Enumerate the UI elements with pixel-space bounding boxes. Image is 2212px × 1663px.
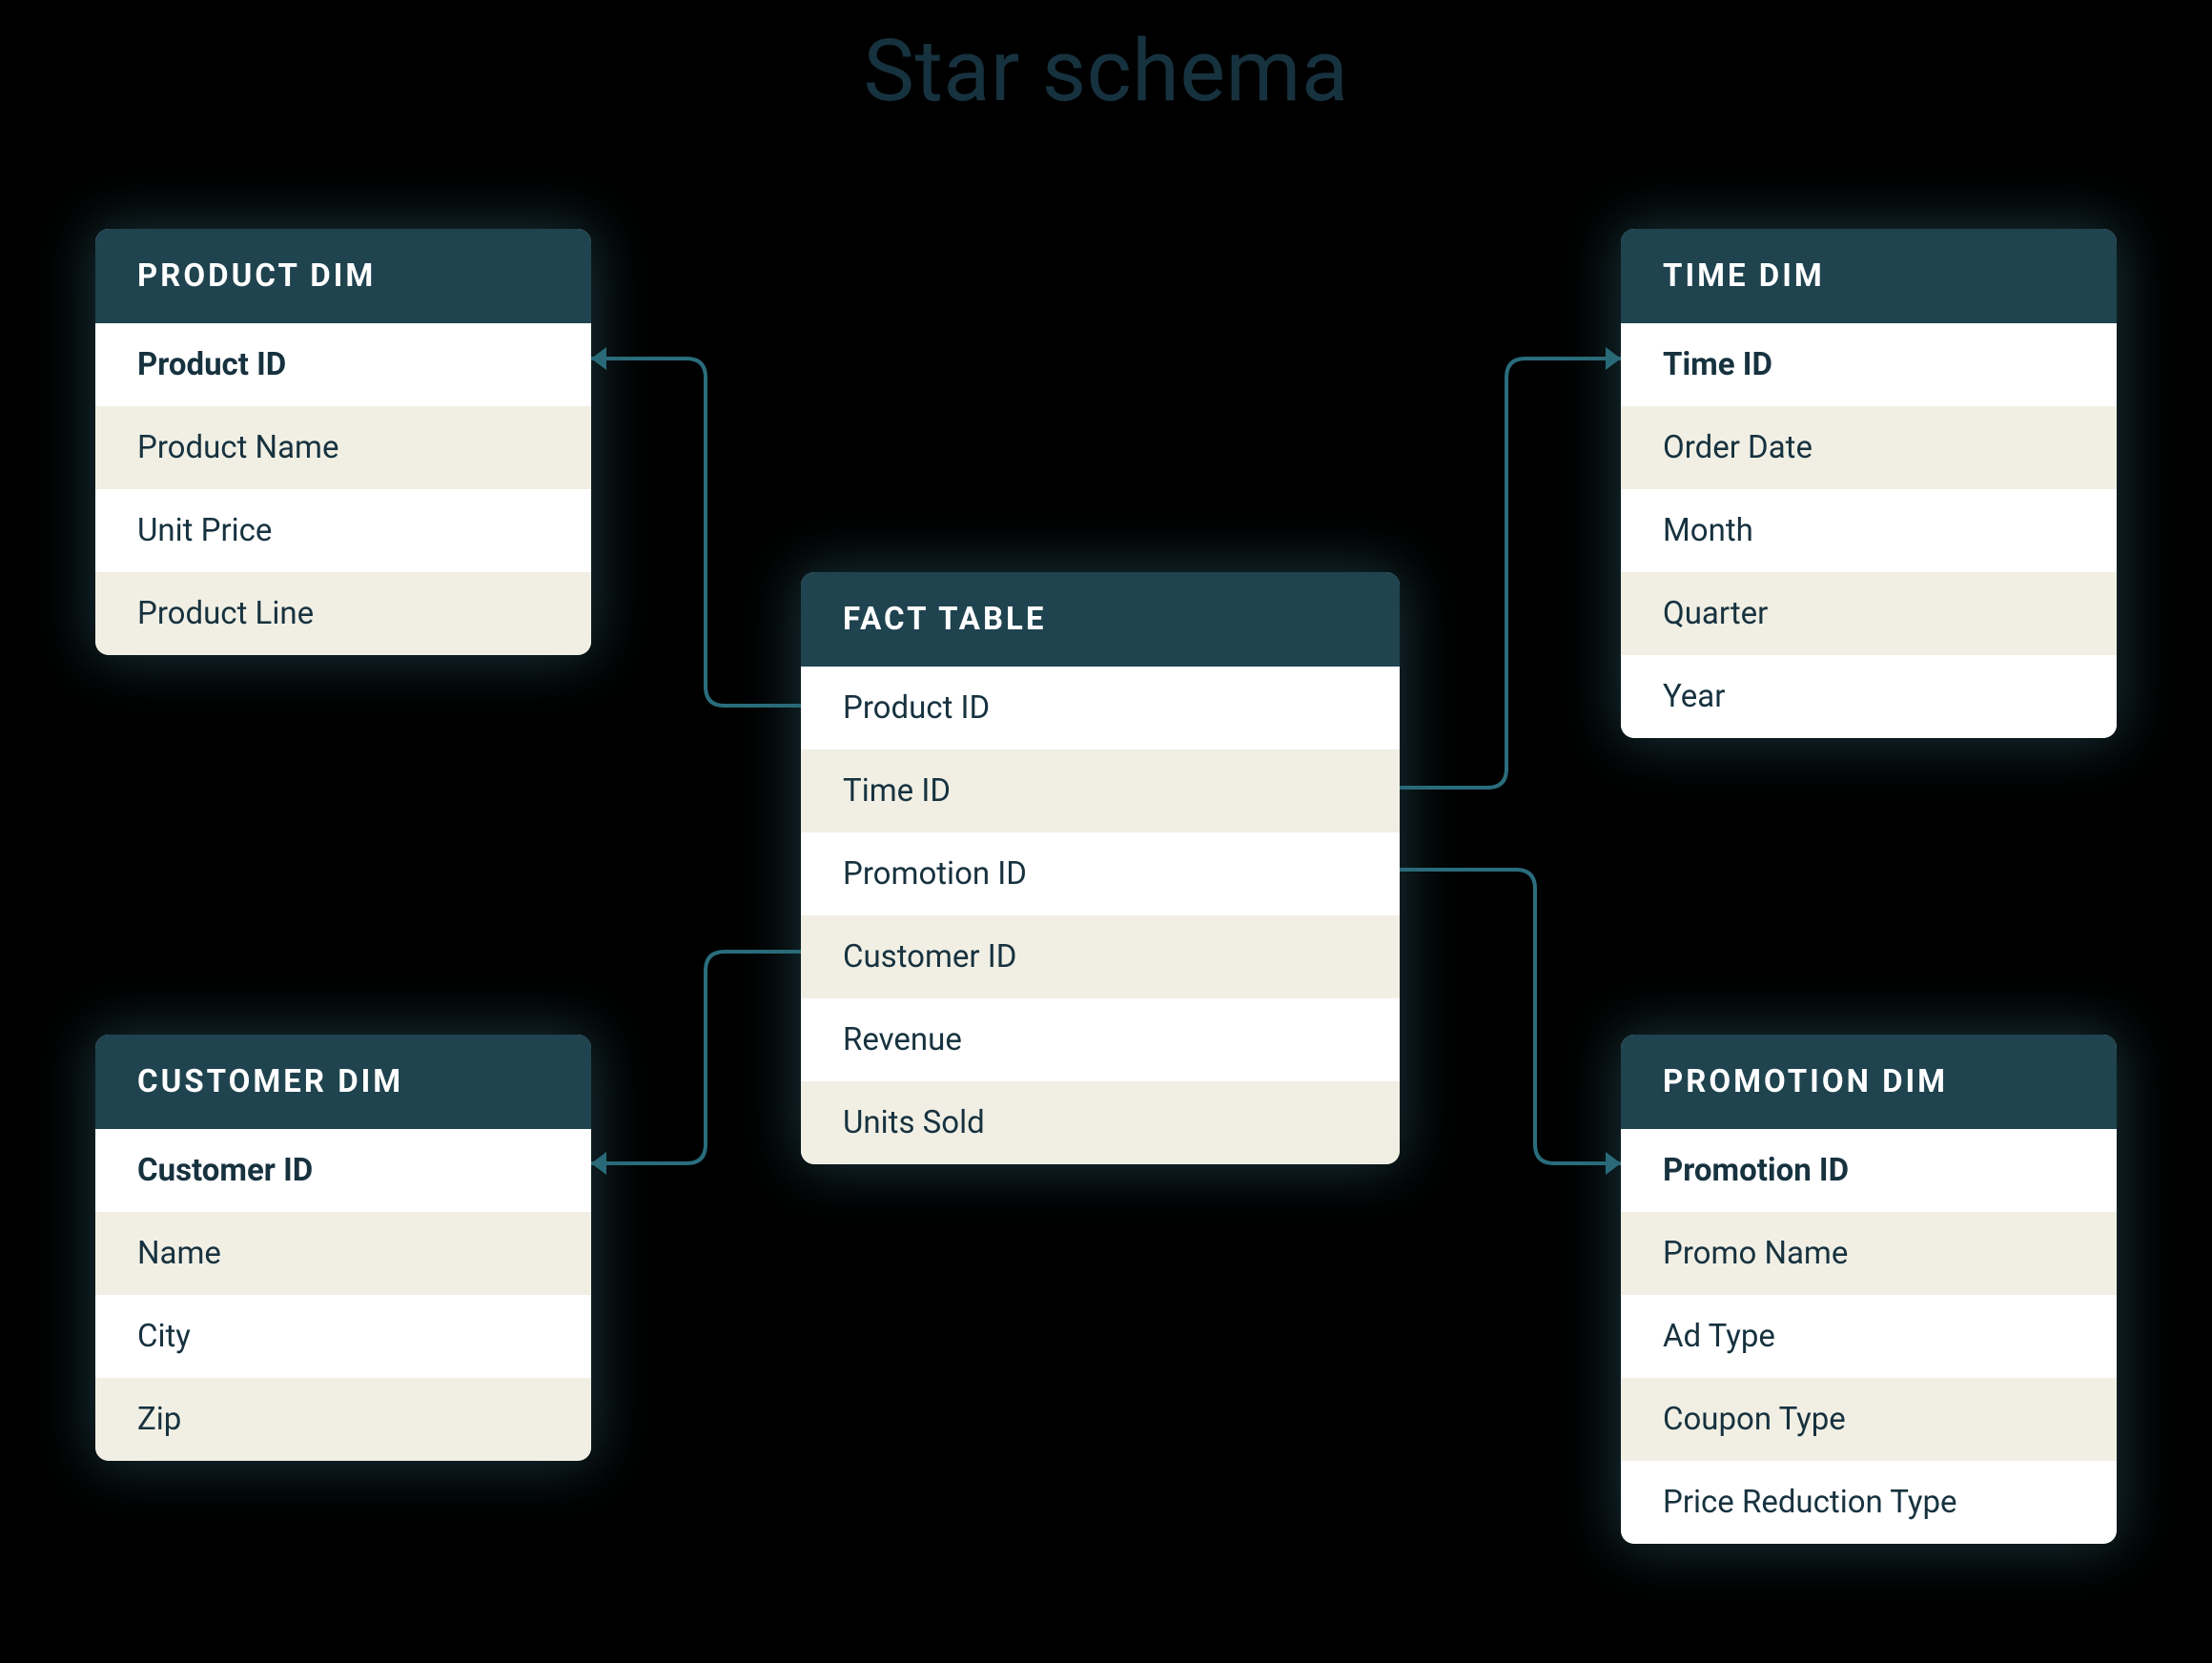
connector-customer-arrow xyxy=(591,1152,606,1175)
table-row: Order Date xyxy=(1621,406,2117,489)
table-row: Time ID xyxy=(801,749,1400,832)
table-row: Unit Price xyxy=(95,489,591,572)
table-row: Zip xyxy=(95,1378,591,1461)
table-row: Ad Type xyxy=(1621,1295,2117,1378)
table-row: Year xyxy=(1621,655,2117,738)
table-row: Promo Name xyxy=(1621,1212,2117,1295)
table-row: Promotion ID xyxy=(801,832,1400,915)
connector-time-arrow xyxy=(1606,347,1621,370)
table-row: City xyxy=(95,1295,591,1378)
table-time-dim: TIME DIM Time ID Order Date Month Quarte… xyxy=(1621,229,2117,738)
connector-promotion-arrow xyxy=(1606,1152,1621,1175)
table-header: FACT TABLE xyxy=(801,572,1400,667)
table-row: Month xyxy=(1621,489,2117,572)
table-row: Product Line xyxy=(95,572,591,655)
table-fact: FACT TABLE Product ID Time ID Promotion … xyxy=(801,572,1400,1164)
table-row: Units Sold xyxy=(801,1081,1400,1164)
table-row: Time ID xyxy=(1621,323,2117,406)
table-row: Product Name xyxy=(95,406,591,489)
table-row: Promotion ID xyxy=(1621,1129,2117,1212)
table-row: Revenue xyxy=(801,998,1400,1081)
connector-customer xyxy=(591,952,801,1163)
table-promotion-dim: PROMOTION DIM Promotion ID Promo Name Ad… xyxy=(1621,1035,2117,1544)
table-header: CUSTOMER DIM xyxy=(95,1035,591,1129)
diagram-stage: Star schema PRODUCT DIM Product ID Produ… xyxy=(0,0,2212,1663)
table-row: Quarter xyxy=(1621,572,2117,655)
connector-product-arrow xyxy=(591,347,606,370)
connector-time xyxy=(1400,359,1621,788)
table-row: Product ID xyxy=(95,323,591,406)
table-row: Product ID xyxy=(801,667,1400,749)
table-row: Customer ID xyxy=(801,915,1400,998)
diagram-title: Star schema xyxy=(0,21,2212,121)
table-row: Price Reduction Type xyxy=(1621,1461,2117,1544)
connector-product xyxy=(591,359,801,706)
table-row: Customer ID xyxy=(95,1129,591,1212)
table-header: TIME DIM xyxy=(1621,229,2117,323)
table-row: Coupon Type xyxy=(1621,1378,2117,1461)
table-header: PRODUCT DIM xyxy=(95,229,591,323)
table-row: Name xyxy=(95,1212,591,1295)
connector-promotion xyxy=(1400,870,1621,1163)
table-header: PROMOTION DIM xyxy=(1621,1035,2117,1129)
table-product-dim: PRODUCT DIM Product ID Product Name Unit… xyxy=(95,229,591,655)
table-customer-dim: CUSTOMER DIM Customer ID Name City Zip xyxy=(95,1035,591,1461)
